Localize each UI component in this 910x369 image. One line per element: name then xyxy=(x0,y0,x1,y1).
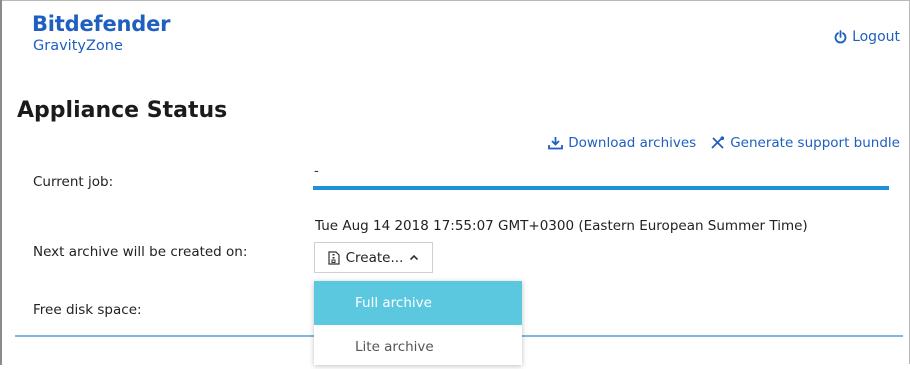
download-archives-link[interactable]: Download archives xyxy=(548,135,696,151)
generate-support-bundle-link[interactable]: Generate support bundle xyxy=(710,135,900,151)
current-job-value: - xyxy=(314,164,319,179)
next-archive-date: Tue Aug 14 2018 17:55:07 GMT+0300 (Easte… xyxy=(315,218,808,234)
menu-item-lite-archive[interactable]: Lite archive xyxy=(314,325,522,369)
current-job-progress xyxy=(313,186,889,190)
next-archive-label: Next archive will be created on: xyxy=(33,244,248,260)
free-disk-label: Free disk space: xyxy=(33,302,142,318)
power-icon xyxy=(834,30,847,44)
logout-label: Logout xyxy=(852,29,900,45)
window-edge xyxy=(0,0,2,365)
tools-icon xyxy=(710,136,725,150)
archive-icon xyxy=(328,250,340,265)
brand-logo: Bitdefender xyxy=(32,12,171,36)
download-icon xyxy=(548,136,564,150)
page-actions: Download archives Generate support bundl… xyxy=(548,135,900,151)
product-name: GravityZone xyxy=(33,38,123,54)
create-button-label: Create... xyxy=(345,249,404,266)
support-bundle-label: Generate support bundle xyxy=(730,135,900,151)
menu-item-full-archive[interactable]: Full archive xyxy=(314,281,522,325)
create-dropdown-menu: Full archive Lite archive xyxy=(314,281,522,365)
create-archive-button[interactable]: Create... xyxy=(314,242,433,273)
progress-fill xyxy=(313,186,889,190)
page-title: Appliance Status xyxy=(17,98,228,123)
download-archives-label: Download archives xyxy=(568,135,697,151)
current-job-label: Current job: xyxy=(33,174,114,190)
logout-link[interactable]: Logout xyxy=(834,29,900,45)
chevron-up-icon xyxy=(409,254,419,261)
